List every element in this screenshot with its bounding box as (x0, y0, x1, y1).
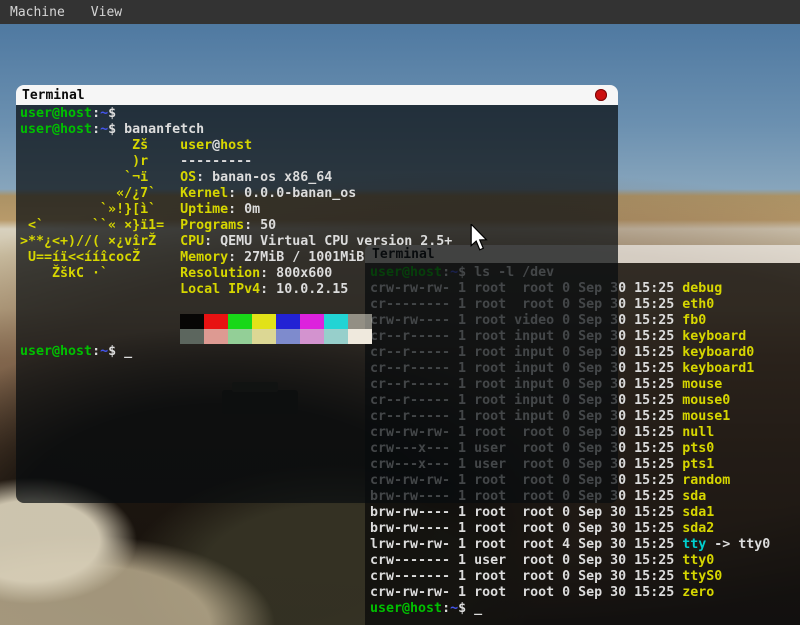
fetch-line: )r --------- (20, 154, 618, 170)
terminal1-window: Terminal user@host:~$ user@host:~$ banan… (16, 85, 618, 503)
menubar: Machine View (0, 0, 800, 24)
fetch-line: <` ``« ×}ï1= Programs: 50 (20, 218, 618, 234)
fetch-line: ŽškC ·` Resolution: 800x600 (20, 266, 618, 282)
palette-swatch (204, 329, 228, 344)
file-name: sda (682, 489, 706, 504)
fetch-line: >**¿<+)//( ×¿vîrŽ CPU: QEMU Virtual CPU … (20, 234, 618, 250)
terminal1-cursor: _ (124, 344, 132, 359)
fetch-line: `»!}[ì` Uptime: 0m (20, 202, 618, 218)
file-name: sda1 (682, 505, 714, 520)
file-name: mouse0 (682, 393, 730, 408)
palette-swatch (324, 314, 348, 329)
fetch-line: Local IPv4: 10.0.2.15 (20, 282, 618, 298)
fetch-line: `¬ï OS: banan-os x86_64 (20, 170, 618, 186)
terminal1-title: Terminal (22, 88, 85, 103)
file-name: ttyS0 (682, 569, 722, 584)
file-name: null (682, 425, 714, 440)
file-name: tty (682, 537, 706, 552)
vm-screen: Machine View Terminal user@host:~$ ls -l… (0, 0, 800, 625)
palette-swatch (276, 314, 300, 329)
terminal2-cursor: _ (474, 601, 482, 616)
fetch-line: U==íï<<ííîcocŽ Memory: 27MiB / 1001MiB (20, 250, 618, 266)
file-name: pts0 (682, 441, 714, 456)
ls-row: brw-rw---- 1 root root 0 Sep 30 15:25 sd… (370, 505, 800, 521)
terminal2-prompt-line: user@host:~$ _ (370, 601, 800, 617)
palette-swatch (300, 314, 324, 329)
ls-row: crw------- 1 root root 0 Sep 30 15:25 tt… (370, 569, 800, 585)
file-name: keyboard (682, 329, 746, 344)
file-name: mouse1 (682, 409, 730, 424)
palette-swatch (348, 314, 372, 329)
prompt-line-2: user@host:~$ bananfetch (20, 122, 618, 138)
prompt-line-1: user@host:~$ (20, 106, 618, 122)
file-name: mouse (682, 377, 722, 392)
ls-row: brw-rw---- 1 root root 0 Sep 30 15:25 sd… (370, 521, 800, 537)
ls-row: lrw-rw-rw- 1 root root 4 Sep 30 15:25 tt… (370, 537, 800, 553)
palette-swatch (300, 329, 324, 344)
palette-swatch (180, 329, 204, 344)
file-name: sda2 (682, 521, 714, 536)
palette-swatch (324, 329, 348, 344)
ls-row: crw-rw-rw- 1 root root 0 Sep 30 15:25 ze… (370, 585, 800, 601)
file-name: keyboard0 (682, 345, 754, 360)
menu-item-machine[interactable]: Machine (10, 5, 65, 20)
file-name: zero (682, 585, 714, 600)
file-name: debug (682, 281, 722, 296)
palette-swatch (348, 329, 372, 344)
palette-swatch (252, 314, 276, 329)
file-name: eth0 (682, 297, 714, 312)
color-palette (20, 314, 618, 344)
file-name: fb0 (682, 313, 706, 328)
blank-line (20, 298, 618, 314)
file-name: tty0 (682, 553, 714, 568)
palette-swatch (276, 329, 300, 344)
palette-swatch (204, 314, 228, 329)
palette-swatch (228, 329, 252, 344)
file-name: pts1 (682, 457, 714, 472)
mouse-cursor-icon (470, 224, 489, 257)
fetch-line: Zš user@host (20, 138, 618, 154)
close-button[interactable] (595, 89, 607, 101)
terminal1-titlebar[interactable]: Terminal (16, 85, 618, 105)
palette-swatch (180, 314, 204, 329)
palette-swatch (252, 329, 276, 344)
palette-row (180, 329, 618, 344)
file-name: keyboard1 (682, 361, 754, 376)
fetch-line: «/¿7` Kernel: 0.0.0-banan_os (20, 186, 618, 202)
terminal1-prompt-line: user@host:~$ _ (20, 344, 618, 360)
palette-row (180, 314, 618, 329)
menu-item-view[interactable]: View (91, 5, 122, 20)
terminal1-content[interactable]: user@host:~$ user@host:~$ bananfetch Zš … (16, 105, 618, 503)
palette-swatch (228, 314, 252, 329)
fetch-output: Zš user@host )r --------- `¬ï OS: banan-… (20, 138, 618, 298)
ls-row: crw------- 1 user root 0 Sep 30 15:25 tt… (370, 553, 800, 569)
command-bananfetch: bananfetch (124, 122, 204, 137)
file-name: random (682, 473, 730, 488)
